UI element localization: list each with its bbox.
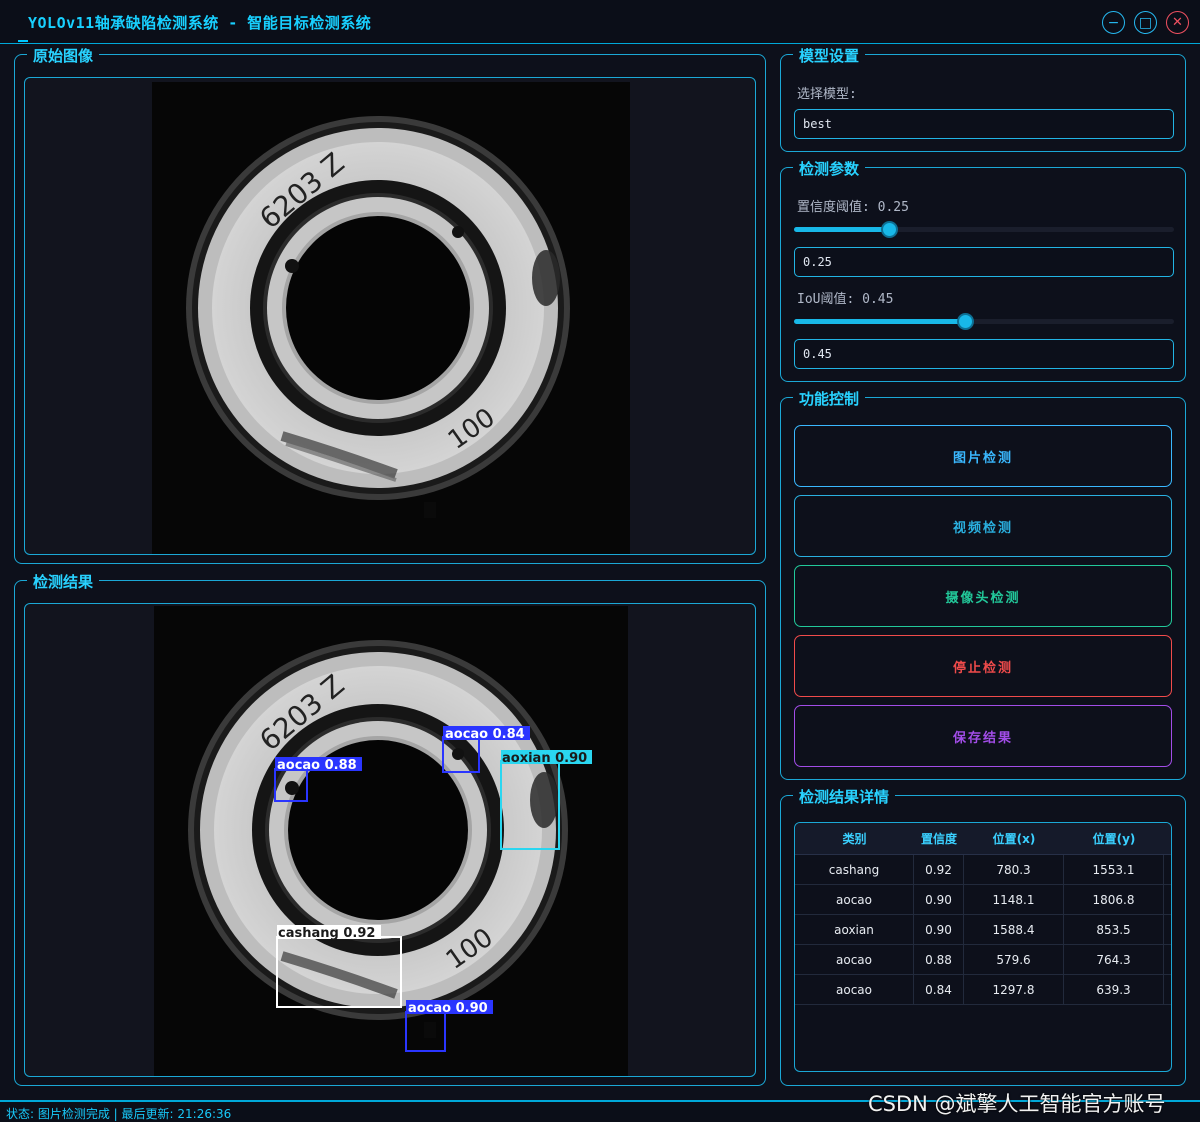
cell-x: 1297.8 bbox=[964, 975, 1064, 1004]
cell-confidence: 0.84 bbox=[914, 975, 964, 1004]
cell-y: 764.3 bbox=[1064, 945, 1164, 974]
image-detect-button[interactable]: 图片检测 bbox=[794, 425, 1172, 487]
cell-y: 853.5 bbox=[1064, 915, 1164, 944]
original-image-frame: 6203 Z 100 bbox=[24, 77, 756, 555]
window-title: YOLOv11轴承缺陷检测系统 - 智能目标检测系统 bbox=[28, 14, 372, 32]
iou-slider-handle[interactable] bbox=[957, 313, 974, 330]
close-icon: ✕ bbox=[1172, 15, 1183, 30]
bearing-image-original: 6203 Z 100 bbox=[152, 82, 630, 554]
function-control-title: 功能控制 bbox=[793, 388, 866, 409]
original-image-group: 原始图像 6203 Z 100 bbox=[14, 45, 766, 564]
detection-label: aocao 0.90 bbox=[408, 1001, 488, 1016]
detection-params-group: 检测参数 置信度阈值: 0.25 0.25 IoU阈值: 0.45 0.45 bbox=[780, 158, 1186, 382]
table-row[interactable]: aocao 0.90 1148.1 1806.8 bbox=[795, 885, 1171, 915]
cell-x: 1148.1 bbox=[964, 885, 1064, 914]
model-select[interactable]: best bbox=[794, 109, 1174, 139]
result-image-group: 检测结果 6203 Z 100 aocao 0.88 aocao 0.84 ao… bbox=[14, 571, 766, 1086]
detection-label: aocao 0.88 bbox=[277, 758, 357, 773]
title-bar: YOLOv11轴承缺陷检测系统 - 智能目标检测系统 − □ ✕ bbox=[0, 0, 1200, 44]
cell-x: 579.6 bbox=[964, 945, 1064, 974]
detection-label: aoxian 0.90 bbox=[502, 751, 587, 766]
confidence-input[interactable]: 0.25 bbox=[794, 247, 1174, 277]
result-image-title: 检测结果 bbox=[27, 571, 100, 592]
detection-label: aocao 0.84 bbox=[445, 727, 525, 742]
cell-class: aocao bbox=[795, 945, 914, 974]
minimize-button[interactable]: − bbox=[1102, 11, 1125, 34]
column-header-x[interactable]: 位置(x) bbox=[964, 823, 1064, 854]
table-row[interactable]: aoxian 0.90 1588.4 853.5 bbox=[795, 915, 1171, 945]
results-table[interactable]: 类别 置信度 位置(x) 位置(y) cashang 0.92 780.3 15… bbox=[794, 822, 1172, 1072]
confidence-slider-fill bbox=[794, 227, 889, 232]
cell-x: 1588.4 bbox=[964, 915, 1064, 944]
video-detect-button[interactable]: 视频检测 bbox=[794, 495, 1172, 557]
close-button[interactable]: ✕ bbox=[1166, 11, 1189, 34]
iou-slider-fill bbox=[794, 319, 965, 324]
results-table-header: 类别 置信度 位置(x) 位置(y) bbox=[795, 823, 1171, 855]
original-image-title: 原始图像 bbox=[27, 45, 100, 66]
column-header-confidence[interactable]: 置信度 bbox=[914, 823, 964, 854]
camera-detect-button[interactable]: 摄像头检测 bbox=[794, 565, 1172, 627]
table-row[interactable]: cashang 0.92 780.3 1553.1 bbox=[795, 855, 1171, 885]
confidence-slider[interactable] bbox=[794, 221, 1174, 238]
confidence-slider-handle[interactable] bbox=[881, 221, 898, 238]
cell-y: 1553.1 bbox=[1064, 855, 1164, 884]
cell-confidence: 0.92 bbox=[914, 855, 964, 884]
confidence-label: 置信度阈值: 0.25 bbox=[797, 200, 909, 215]
result-image-frame: 6203 Z 100 aocao 0.88 aocao 0.84 aoxian … bbox=[24, 603, 756, 1077]
title-accent bbox=[18, 40, 28, 42]
model-settings-title: 模型设置 bbox=[793, 45, 866, 66]
maximize-button[interactable]: □ bbox=[1134, 11, 1157, 34]
detection-params-title: 检测参数 bbox=[793, 158, 866, 179]
cell-class: aocao bbox=[795, 975, 914, 1004]
cell-confidence: 0.88 bbox=[914, 945, 964, 974]
iou-input[interactable]: 0.45 bbox=[794, 339, 1174, 369]
iou-label: IoU阈值: 0.45 bbox=[797, 292, 894, 307]
status-text: 状态: 图片检测完成 | 最后更新: 21:26:36 bbox=[6, 1107, 232, 1121]
model-select-label: 选择模型: bbox=[797, 87, 857, 102]
original-image: 6203 Z 100 bbox=[152, 82, 630, 554]
minimize-icon: − bbox=[1107, 14, 1120, 31]
model-settings-group: 模型设置 选择模型: best bbox=[780, 45, 1186, 152]
bearing-image-detected: 6203 Z 100 aocao 0.88 aocao 0.84 aoxian … bbox=[154, 606, 628, 1076]
results-detail-title: 检测结果详情 bbox=[793, 786, 896, 807]
save-result-button[interactable]: 保存结果 bbox=[794, 705, 1172, 767]
iou-slider[interactable] bbox=[794, 313, 1174, 330]
watermark: CSDN @斌擎人工智能官方账号 bbox=[868, 1092, 1166, 1116]
table-row[interactable]: aocao 0.88 579.6 764.3 bbox=[795, 945, 1171, 975]
table-row[interactable]: aocao 0.84 1297.8 639.3 bbox=[795, 975, 1171, 1005]
stop-detect-button[interactable]: 停止检测 bbox=[794, 635, 1172, 697]
cell-confidence: 0.90 bbox=[914, 885, 964, 914]
app-window: YOLOv11轴承缺陷检测系统 - 智能目标检测系统 − □ ✕ 原始图像 62… bbox=[0, 0, 1200, 1122]
cell-class: aoxian bbox=[795, 915, 914, 944]
cell-class: cashang bbox=[795, 855, 914, 884]
cell-x: 780.3 bbox=[964, 855, 1064, 884]
column-header-class[interactable]: 类别 bbox=[795, 823, 914, 854]
cell-y: 639.3 bbox=[1064, 975, 1164, 1004]
cell-class: aocao bbox=[795, 885, 914, 914]
detection-label: cashang 0.92 bbox=[278, 926, 375, 941]
cell-confidence: 0.90 bbox=[914, 915, 964, 944]
result-image: 6203 Z 100 aocao 0.88 aocao 0.84 aoxian … bbox=[154, 606, 628, 1076]
column-header-y[interactable]: 位置(y) bbox=[1064, 823, 1164, 854]
maximize-icon: □ bbox=[1138, 14, 1153, 31]
cell-y: 1806.8 bbox=[1064, 885, 1164, 914]
